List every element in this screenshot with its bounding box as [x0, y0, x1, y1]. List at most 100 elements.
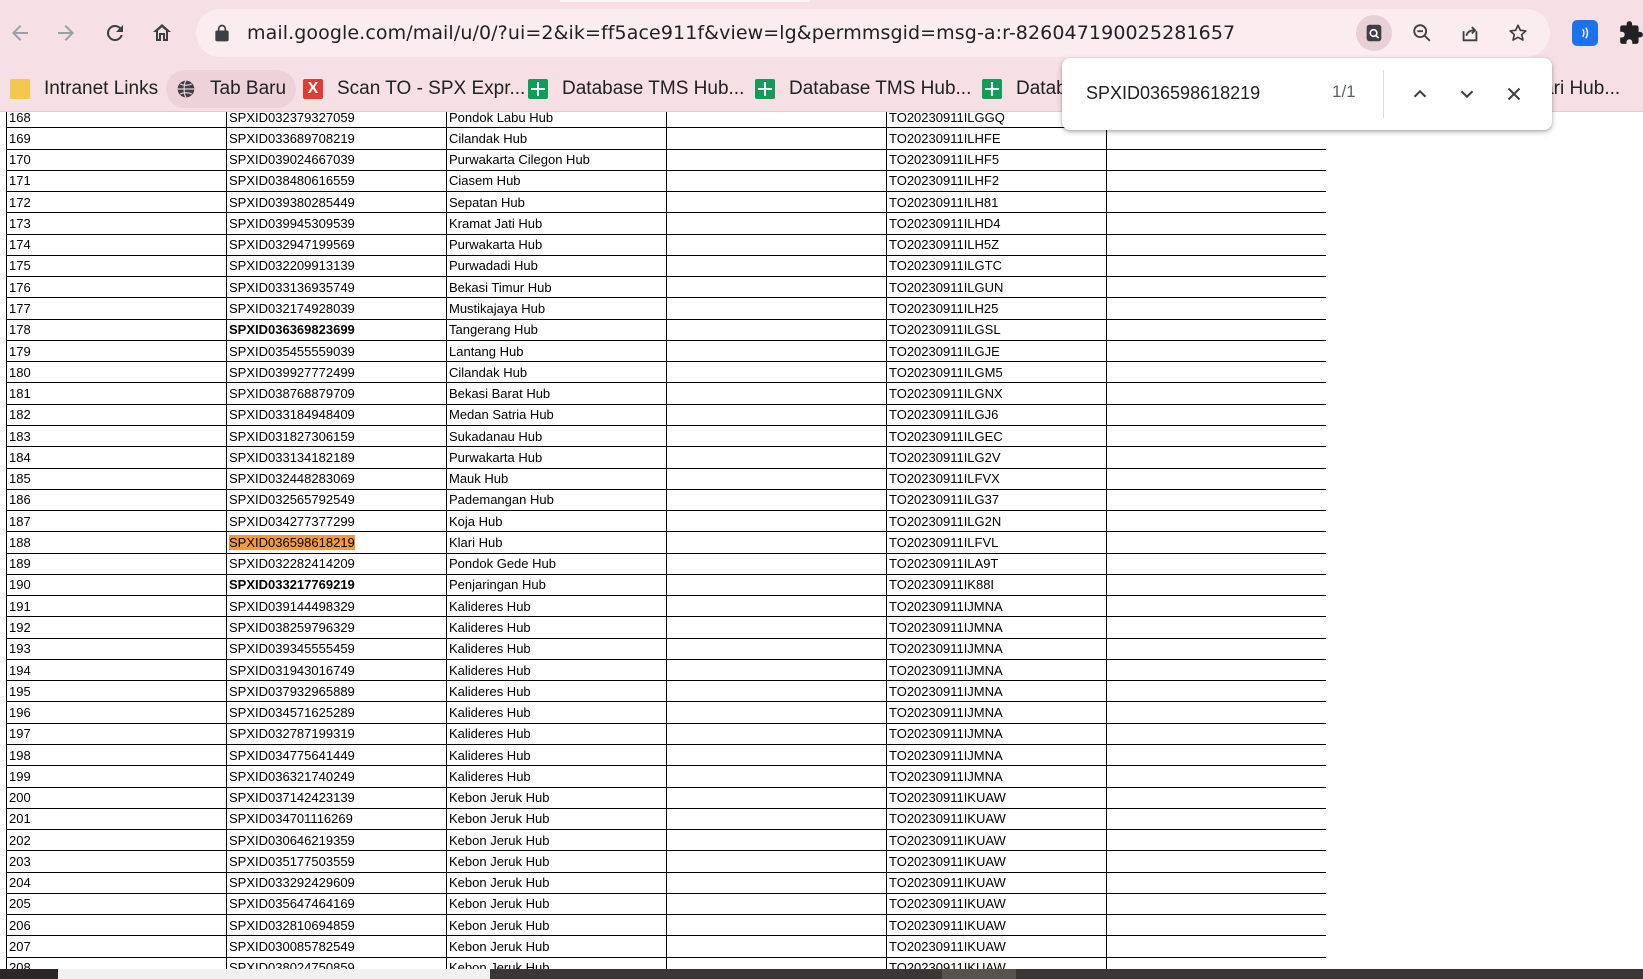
bookmark-tab-baru[interactable]: Tab Baru [166, 70, 297, 108]
shipment-id-cell: SPXID030646219359 [226, 829, 447, 852]
empty-cell [1106, 254, 1326, 278]
table-row: 198 SPXID034775641449 Kalideres Hub TO20230… [6, 743, 1326, 767]
to-number-cell: TO20230911IKUAW [886, 829, 1107, 852]
bookmark-database-tms-hub-2[interactable]: Database TMS Hub... [745, 70, 981, 108]
scrollbar-thumb[interactable] [942, 969, 1016, 979]
table-row: 180 SPXID039927772499 Cilandak Hub TO202309… [6, 361, 1326, 384]
table-row: 188 SPXID036598618219 Klari Hub TO20230911I… [6, 531, 1326, 554]
find-next-button[interactable] [1449, 76, 1485, 112]
scrollbar-track[interactable] [58, 969, 490, 979]
hub-name-cell: Kalideres Hub [446, 595, 667, 618]
table-row: 176 SPXID033136935749 Bekasi Timur Hub TO20… [6, 276, 1326, 299]
hub-name-cell: Koja Hub [446, 510, 667, 533]
find-input[interactable] [1086, 78, 1326, 108]
shipment-id-cell: SPXID033136935749 [226, 276, 447, 299]
empty-cell [666, 361, 887, 384]
extensions-puzzle-icon[interactable] [1618, 19, 1643, 47]
hub-name-cell: Kebon Jeruk Hub [446, 850, 667, 873]
back-button[interactable] [0, 13, 40, 53]
empty-cell [666, 743, 887, 767]
spreadsheet-view[interactable]: 168 SPXID032379327059 Pondok Labu Hub TO202… [6, 112, 1326, 969]
hub-name-cell: Ciasem Hub [446, 169, 667, 193]
horizontal-scrollbar[interactable] [0, 969, 1643, 979]
find-in-page-button[interactable] [1356, 15, 1392, 51]
to-number-cell: TO20230911IKUAW [886, 807, 1107, 831]
table-row: 200 SPXID037142423139 Kebon Jeruk Hub TO202… [6, 786, 1326, 809]
url-text[interactable]: mail.google.com/mail/u/0/?ui=2&ik=ff5ace… [247, 9, 1235, 57]
empty-cell [1106, 680, 1326, 703]
forward-button[interactable] [46, 13, 86, 53]
table-row: 173 SPXID039945309539 Kramat Jati Hub TO202… [6, 212, 1326, 235]
bookmark-scan-to-spx[interactable]: X Scan TO - SPX Expr... [293, 70, 535, 108]
empty-cell [666, 112, 887, 129]
reload-button[interactable] [95, 13, 135, 53]
row-number-cell: 197 [6, 722, 227, 745]
address-bar[interactable]: mail.google.com/mail/u/0/?ui=2&ik=ff5ace… [196, 9, 1550, 57]
bookmark-label: Database TMS Hub... [562, 78, 745, 99]
row-number-cell: 185 [6, 467, 227, 490]
hub-name-cell: Klari Hub [446, 531, 667, 554]
to-number-cell: TO20230911ILGJE [886, 339, 1107, 363]
empty-cell [666, 212, 887, 235]
shipment-id-cell: SPXID039945309539 [226, 212, 447, 235]
bookmark-label: Scan TO - SPX Expr... [337, 78, 526, 99]
table-row: 191 SPXID039144498329 Kalideres Hub TO20230… [6, 595, 1326, 618]
hub-name-cell: Bekasi Barat Hub [446, 382, 667, 405]
bookmark-star-button[interactable] [1500, 15, 1536, 51]
bookmark-database-3[interactable]: Datab [972, 70, 1077, 108]
table-row: 178 SPXID036369823699 Tangerang Hub TO20230… [6, 318, 1326, 341]
shipment-id-cell: SPXID032947199569 [226, 233, 447, 256]
shipment-id-cell: SPXID032209913139 [226, 254, 447, 278]
empty-cell [666, 191, 887, 214]
find-page-icon [1366, 24, 1382, 42]
to-number-cell: TO20230911IKUAW [886, 871, 1107, 894]
extension-button[interactable] [1572, 20, 1598, 46]
empty-cell [666, 510, 887, 533]
empty-cell [1106, 552, 1326, 575]
row-number-cell: 208 [6, 956, 227, 969]
to-number-cell: TO20230911ILH25 [886, 297, 1107, 320]
empty-cell [1106, 233, 1326, 256]
find-previous-button[interactable] [1402, 76, 1438, 112]
row-number-cell: 184 [6, 446, 227, 469]
find-close-button[interactable] [1496, 76, 1532, 112]
to-number-cell: TO20230911IJMNA [886, 658, 1107, 682]
empty-cell [666, 956, 887, 969]
table-row: 203 SPXID035177503559 Kebon Jeruk Hub TO202… [6, 850, 1326, 873]
row-number-cell: 177 [6, 297, 227, 320]
empty-cell [1106, 637, 1326, 660]
empty-cell [666, 297, 887, 320]
zoom-button[interactable] [1404, 15, 1440, 51]
empty-cell [1106, 148, 1326, 171]
hub-name-cell: Kalideres Hub [446, 701, 667, 724]
bookmark-intranet-links[interactable]: Intranet Links [0, 70, 168, 108]
table-row: 202 SPXID030646219359 Kebon Jeruk Hub TO202… [6, 829, 1326, 852]
arrow-right-icon [58, 25, 74, 41]
hub-name-cell: Pondok Labu Hub [446, 112, 667, 129]
to-number-cell: TO20230911ILGTC [886, 254, 1107, 278]
row-number-cell: 190 [6, 573, 227, 597]
empty-cell [666, 829, 887, 852]
shipment-id-cell: SPXID032787199319 [226, 722, 447, 745]
empty-cell [666, 701, 887, 724]
row-number-cell: 183 [6, 424, 227, 448]
home-button[interactable] [142, 13, 182, 53]
empty-cell [666, 446, 887, 469]
row-number-cell: 187 [6, 510, 227, 533]
empty-cell [666, 233, 887, 256]
to-number-cell: TO20230911IKUAW [886, 850, 1107, 873]
lock-icon[interactable] [212, 23, 232, 43]
shipment-id-cell: SPXID033134182189 [226, 446, 447, 469]
share-button[interactable] [1452, 15, 1488, 51]
shipment-id-cell: SPXID032174928039 [226, 297, 447, 320]
to-number-cell: TO20230911ILH5Z [886, 233, 1107, 256]
hub-name-cell: Lantang Hub [446, 339, 667, 363]
empty-cell [666, 680, 887, 703]
shipment-id-cell: SPXID039380285449 [226, 191, 447, 214]
hub-name-cell: Bekasi Timur Hub [446, 276, 667, 299]
bookmark-database-tms-hub-1[interactable]: Database TMS Hub... [518, 70, 754, 108]
empty-cell [1106, 446, 1326, 469]
to-number-cell: TO20230911ILGSL [886, 318, 1107, 341]
table-row: 171 SPXID038480616559 Ciasem Hub TO20230911… [6, 169, 1326, 193]
data-table: 168 SPXID032379327059 Pondok Labu Hub TO202… [6, 112, 1326, 969]
